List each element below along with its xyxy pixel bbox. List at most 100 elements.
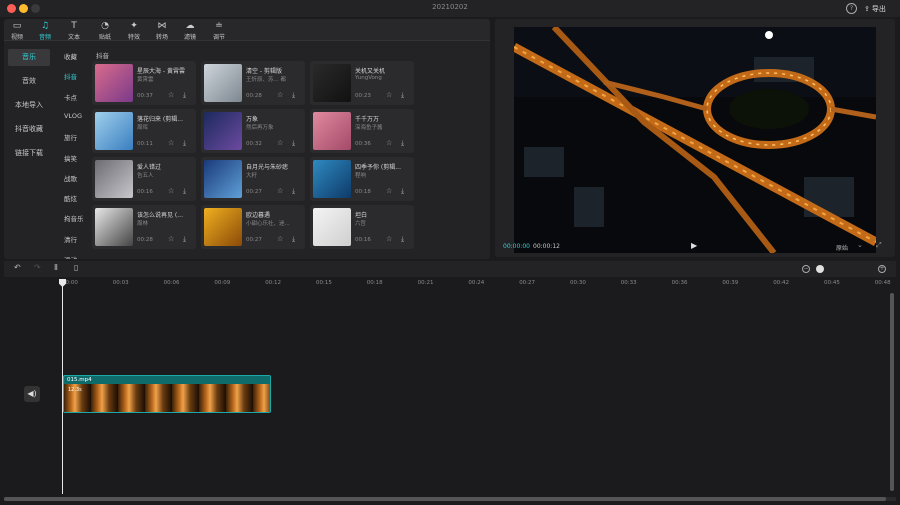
category-list: 音乐音效本地导入抖音收藏链接下载 bbox=[4, 41, 54, 259]
favorite-icon[interactable]: ☆ bbox=[386, 91, 392, 99]
fullscreen-icon[interactable]: ⤢ bbox=[876, 241, 882, 250]
track-mute-icon[interactable]: ◀) bbox=[24, 386, 40, 402]
subcategory-item[interactable]: 旅行 bbox=[64, 132, 77, 142]
chevron-down-icon[interactable]: ⌄ bbox=[857, 241, 863, 249]
song-card[interactable]: 自月光与朱砂痣 大籽 00:27 ☆ ⤓ bbox=[201, 157, 305, 201]
subcategory-item[interactable]: VLOG bbox=[64, 112, 82, 120]
category-item[interactable]: 音乐 bbox=[8, 49, 50, 66]
song-card[interactable]: 千千万万 深海鱼子酱 00:36 ☆ ⤓ bbox=[310, 109, 414, 153]
download-icon[interactable]: ⤓ bbox=[183, 139, 186, 148]
video-clip[interactable]: 015.mp4 12.3s bbox=[63, 375, 271, 413]
vertical-scrollbar[interactable] bbox=[890, 293, 894, 491]
subcategory-item[interactable]: 搞笑 bbox=[64, 153, 77, 163]
tab-video[interactable]: ▭ 视频 bbox=[4, 21, 30, 41]
subcategory-item[interactable]: 抖音 bbox=[64, 71, 77, 81]
transition-icon: ⋈ bbox=[157, 21, 167, 31]
tab-label: 特效 bbox=[127, 34, 140, 41]
subcategory-item[interactable]: 战歌 bbox=[64, 173, 77, 183]
video-preview[interactable] bbox=[514, 27, 876, 253]
song-card[interactable]: 关机又关机 YungVong 00:23 ☆ ⤓ bbox=[310, 61, 414, 105]
undo-icon[interactable]: ↶ bbox=[14, 263, 21, 272]
tab-sticker[interactable]: ◔ 贴纸 bbox=[92, 21, 118, 41]
download-icon[interactable]: ⤓ bbox=[401, 235, 404, 244]
download-icon[interactable]: ⤓ bbox=[292, 139, 295, 148]
tab-text[interactable]: T 文本 bbox=[61, 21, 87, 41]
tab-label: 视频 bbox=[10, 34, 23, 41]
download-icon[interactable]: ⤓ bbox=[292, 187, 295, 196]
split-icon[interactable]: Ⅱ bbox=[54, 263, 58, 272]
favorite-icon[interactable]: ☆ bbox=[277, 139, 283, 147]
song-duration: 00:27 bbox=[246, 189, 262, 195]
media-toolbar: ▭ 视频 ♫ 音频 T 文本 ◔ 贴纸 ✦ 特效 ⋈ 转场 ☁ 滤镜 ≐ 调节 bbox=[4, 19, 490, 41]
song-card[interactable]: 欧边暮遇 小甜心乐社、迷... 00:27 ☆ ⤓ bbox=[201, 205, 305, 249]
download-icon[interactable]: ⤓ bbox=[401, 187, 404, 196]
download-icon[interactable]: ⤓ bbox=[183, 91, 186, 100]
song-cover bbox=[95, 160, 133, 198]
favorite-icon[interactable]: ☆ bbox=[168, 91, 174, 99]
tab-filter[interactable]: ☁ 滤镜 bbox=[177, 21, 203, 41]
song-card[interactable]: 万象 然后再万象 00:32 ☆ ⤓ bbox=[201, 109, 305, 153]
category-item[interactable]: 抖音收藏 bbox=[8, 121, 50, 138]
export-icon: ⇪ bbox=[864, 4, 870, 13]
song-duration: 00:28 bbox=[246, 93, 262, 99]
redo-icon[interactable]: ↷ bbox=[34, 263, 41, 272]
time-ruler[interactable]: 00:00 00:03 00:06 00:09 00:12 00:15 00:18 00:21… bbox=[4, 277, 896, 291]
tab-transition[interactable]: ⋈ 转场 bbox=[149, 21, 175, 41]
clip-duration: 12.3s bbox=[68, 387, 82, 393]
ruler-tick: 00:21 bbox=[417, 280, 434, 286]
subcategory-item[interactable]: 卡点 bbox=[64, 92, 77, 102]
zoom-slider[interactable] bbox=[816, 265, 824, 273]
song-cover bbox=[204, 208, 242, 246]
song-card[interactable]: 落花归来 (剪辑... 周晖 00:11 ☆ ⤓ bbox=[92, 109, 196, 153]
delete-icon[interactable]: ▯ bbox=[74, 263, 78, 272]
tab-effects[interactable]: ✦ 特效 bbox=[121, 21, 147, 41]
song-card[interactable]: 坦白 六哲 00:16 ☆ ⤓ bbox=[310, 205, 414, 249]
clip-name: 015.mp4 bbox=[67, 377, 92, 383]
download-icon[interactable]: ⤓ bbox=[401, 91, 404, 100]
tab-adjust[interactable]: ≐ 调节 bbox=[206, 21, 232, 41]
favorite-icon[interactable]: ☆ bbox=[386, 235, 392, 243]
favorite-icon[interactable]: ☆ bbox=[277, 235, 283, 243]
category-item[interactable]: 链接下载 bbox=[8, 145, 50, 162]
horizontal-scrollbar[interactable] bbox=[4, 497, 896, 501]
download-icon[interactable]: ⤓ bbox=[183, 235, 186, 244]
download-icon[interactable]: ⤓ bbox=[292, 91, 295, 100]
subcategory-item[interactable]: 酷炫 bbox=[64, 193, 77, 203]
subcategory-item[interactable]: 清行 bbox=[64, 234, 77, 244]
export-button[interactable]: ⇪ 导出 bbox=[864, 2, 886, 15]
favorite-icon[interactable]: ☆ bbox=[277, 91, 283, 99]
subcategory-item[interactable]: 拘音乐 bbox=[64, 213, 84, 223]
ruler-tick: 00:48 bbox=[874, 280, 891, 286]
song-card[interactable]: 星辰大海 - 黄霄雲 黄霄雲 00:37 ☆ ⤓ bbox=[92, 61, 196, 105]
horizontal-scrollbar-thumb[interactable] bbox=[4, 497, 886, 501]
tab-audio[interactable]: ♫ 音频 bbox=[32, 21, 58, 41]
favorite-icon[interactable]: ☆ bbox=[168, 139, 174, 147]
category-item[interactable]: 音效 bbox=[8, 73, 50, 90]
play-icon[interactable]: ▶ bbox=[691, 241, 697, 250]
favorite-icon[interactable]: ☆ bbox=[168, 187, 174, 195]
category-item[interactable]: 本地导入 bbox=[8, 97, 50, 114]
song-card[interactable]: 清空 - 剪辑版 王忻辰、苏... 都 00:28 ☆ ⤓ bbox=[201, 61, 305, 105]
title-bar: 20210202 ? ⇪ 导出 bbox=[0, 0, 900, 17]
help-icon[interactable]: ? bbox=[846, 3, 857, 14]
song-card[interactable]: 该怎么说再见 (... 周林 00:28 ☆ ⤓ bbox=[92, 205, 196, 249]
subcategory-item[interactable]: 运动 bbox=[64, 254, 77, 259]
window-title: 20210202 bbox=[432, 3, 468, 11]
zoom-in-icon[interactable]: + bbox=[878, 265, 886, 273]
favorite-icon[interactable]: ☆ bbox=[277, 187, 283, 195]
favorite-icon[interactable]: ☆ bbox=[168, 235, 174, 243]
song-card[interactable]: 爱人错过 告五人 00:16 ☆ ⤓ bbox=[92, 157, 196, 201]
favorite-icon[interactable]: ☆ bbox=[386, 139, 392, 147]
song-duration: 00:37 bbox=[137, 93, 153, 99]
song-title: 落花归来 (剪辑... bbox=[137, 116, 183, 123]
favorite-icon[interactable]: ☆ bbox=[386, 187, 392, 195]
subcategory-item[interactable]: 收藏 bbox=[64, 51, 77, 61]
download-icon[interactable]: ⤓ bbox=[292, 235, 295, 244]
filter-icon: ☁ bbox=[185, 21, 195, 31]
download-icon[interactable]: ⤓ bbox=[401, 139, 404, 148]
download-icon[interactable]: ⤓ bbox=[183, 187, 186, 196]
ratio-select[interactable]: 原始 bbox=[836, 243, 848, 252]
tab-label: 调节 bbox=[212, 34, 225, 41]
song-card[interactable]: 四季予你 (剪辑... 程响 00:18 ☆ ⤓ bbox=[310, 157, 414, 201]
zoom-out-icon[interactable]: − bbox=[802, 265, 810, 273]
